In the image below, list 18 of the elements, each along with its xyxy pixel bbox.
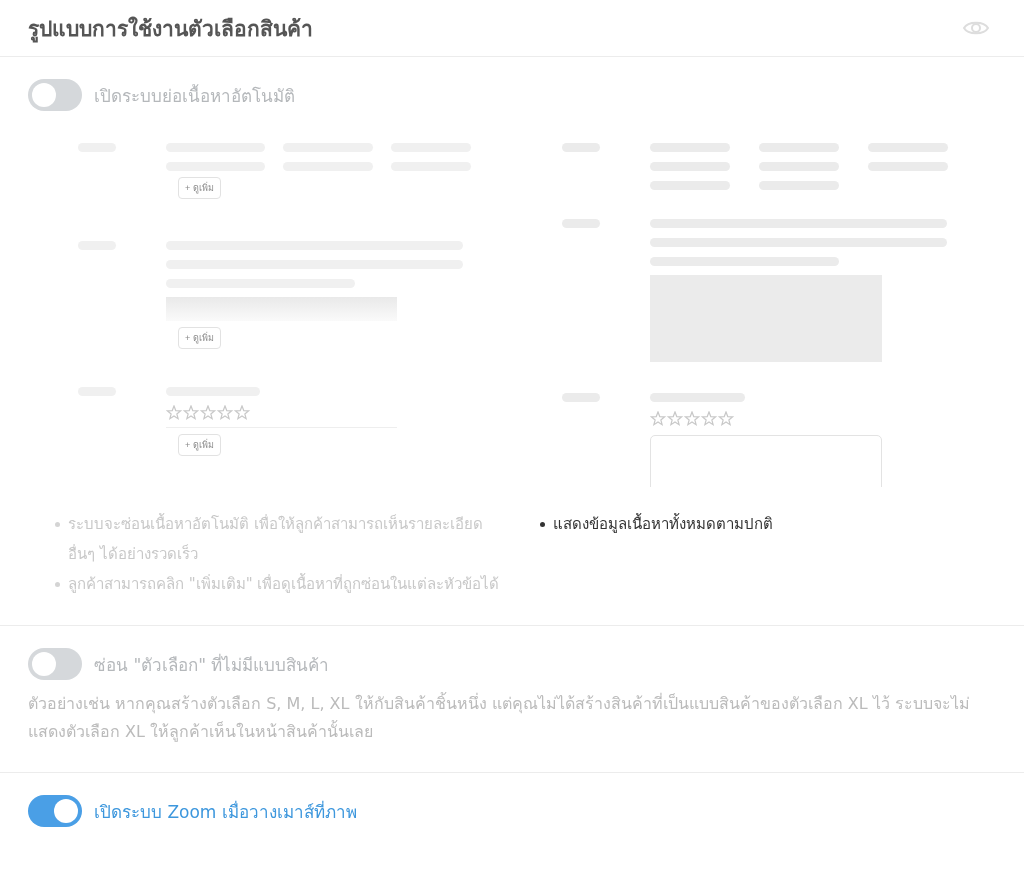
toggle-switch[interactable] bbox=[28, 648, 82, 680]
setting-description: ตัวอย่างเช่น หากคุณสร้างตัวเลือก S, M, L, XL ให้กับสินค้าชิ้นหนึ่ง แต่คุณไม่ได้สร้างสินค้าที่เป็นแบบสินค้าของตัวเลือก XL ไว้ ระบบจะไม่แสดงตัวเลือก XL ให้ลูกค้าเห็นในหน้าสินค้านั้นเลย bbox=[28, 691, 971, 744]
see-more-button[interactable]: + ดูเพิ่ม bbox=[178, 177, 221, 199]
setting-label: ซ่อน "ตัวเลือก" ที่ไม่มีแบบสินค้า bbox=[94, 652, 330, 677]
bullet-text: แสดงข้อมูลเนื้อหาทั้งหมดตามปกติ bbox=[553, 512, 773, 535]
empty-stars-icon bbox=[650, 411, 736, 427]
eye-icon[interactable] bbox=[962, 19, 990, 37]
see-more-button[interactable]: + ดูเพิ่ม bbox=[178, 327, 221, 349]
setting-label: เปิดระบบ Zoom เมื่อวางเมาส์ที่ภาพ bbox=[94, 799, 357, 824]
bullet-icon bbox=[55, 582, 60, 587]
setting-label: เปิดระบบย่อเนื้อหาอัตโนมัติ bbox=[94, 83, 295, 108]
see-more-button[interactable]: + ดูเพิ่ม bbox=[178, 434, 221, 456]
bullet-icon bbox=[540, 522, 545, 527]
bullet-icon bbox=[55, 522, 60, 527]
toggle-switch[interactable] bbox=[28, 795, 82, 827]
panel-title: รูปแบบการใช้งานตัวเลือกสินค้า bbox=[28, 15, 313, 45]
toggle-switch[interactable] bbox=[28, 79, 82, 111]
empty-stars-icon bbox=[166, 405, 252, 421]
